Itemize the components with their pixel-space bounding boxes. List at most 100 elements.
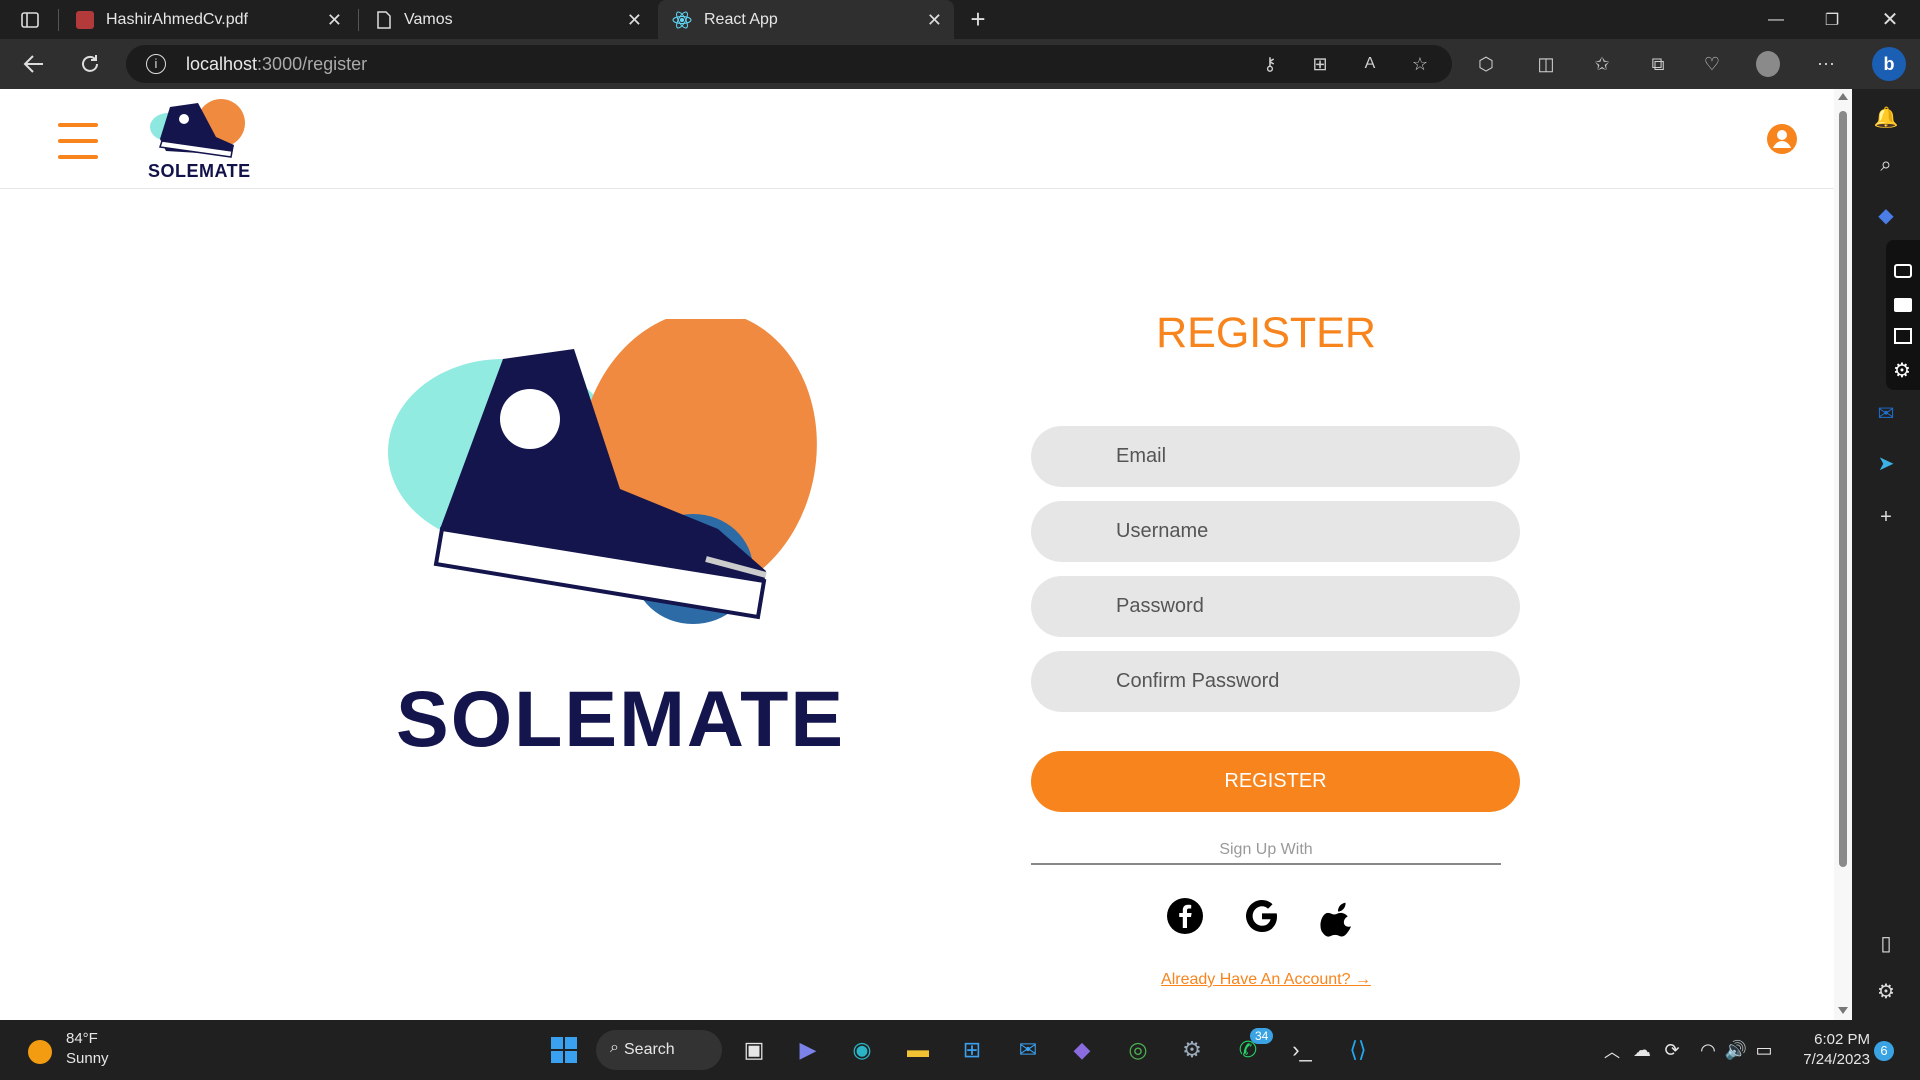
url-host: localhost — [186, 53, 258, 74]
camera-icon[interactable] — [1894, 264, 1912, 278]
tab-label: Vamos — [404, 10, 453, 28]
clock-time: 6:02 PM — [1814, 1031, 1870, 1048]
page-scrollbar[interactable] — [1834, 89, 1852, 1020]
windows-taskbar: 84°F Sunny ⌕ Search ▣ ▶ ◉ ▬ ⊞ ✉ ◆ ◎ ⚙ ✆ … — [0, 1020, 1920, 1080]
chrome-icon[interactable]: ◎ — [1120, 1032, 1156, 1068]
reload-icon — [82, 55, 98, 72]
divider — [1031, 863, 1501, 865]
mail-icon[interactable]: ✉ — [1010, 1032, 1046, 1068]
scroll-thumb[interactable] — [1839, 111, 1847, 867]
clock[interactable]: 6:02 PM 7/24/2023 — [1784, 1030, 1870, 1070]
extensions-icon[interactable]: ⬡ — [1474, 52, 1498, 76]
app-available-icon[interactable]: ⊞ — [1308, 52, 1332, 76]
username-field[interactable]: Username — [1031, 501, 1520, 562]
hero-wordmark: SOLEMATE — [396, 674, 846, 763]
scroll-up-arrow-icon[interactable] — [1838, 93, 1848, 100]
tab-label: React App — [704, 10, 778, 28]
browser-essentials-icon[interactable]: ♡ — [1700, 52, 1724, 76]
favorites-icon[interactable]: ✩ — [1590, 52, 1614, 76]
back-arrow-icon — [23, 55, 43, 73]
task-view-icon[interactable]: ▣ — [736, 1032, 772, 1068]
close-tab-icon[interactable]: ✕ — [627, 10, 642, 31]
teams-icon[interactable]: ▶ — [790, 1032, 826, 1068]
settings-gear-icon[interactable]: ⚙ — [1872, 977, 1900, 1005]
google-icon[interactable] — [1243, 897, 1281, 937]
add-icon[interactable]: + — [1872, 503, 1900, 531]
react-icon — [672, 11, 692, 28]
profile-avatar-icon[interactable] — [1756, 51, 1780, 77]
weather-temp: 84°F — [66, 1030, 98, 1047]
read-aloud-icon[interactable]: A — [1358, 52, 1382, 76]
sync-icon[interactable]: ⟳ — [1654, 1032, 1690, 1068]
restore-button[interactable]: ❐ — [1804, 0, 1860, 39]
confirm-password-field[interactable]: Confirm Password — [1031, 651, 1520, 712]
sneaker-logo-icon — [150, 99, 245, 158]
drop-icon[interactable]: ➤ — [1872, 449, 1900, 477]
vscode-icon[interactable]: ⟨⟩ — [1340, 1032, 1376, 1068]
reload-button[interactable] — [68, 39, 112, 89]
search-icon: ⌕ — [610, 1039, 619, 1056]
terminal-icon[interactable]: ›_ — [1284, 1032, 1320, 1068]
site-logo[interactable]: SOLEMATE — [146, 97, 258, 189]
new-tab-button[interactable]: + — [952, 0, 1004, 39]
user-account-icon[interactable] — [1766, 123, 1798, 155]
pdf-icon — [76, 10, 94, 29]
page-icon — [377, 10, 391, 29]
more-menu-icon[interactable]: ⋯ — [1814, 52, 1838, 76]
key-icon[interactable]: ⚷ — [1258, 52, 1282, 76]
edge-sidebar: 🔔 ⌕ ◆ ✉ ➤ + ▯ ⚙ — [1852, 89, 1920, 1020]
search-icon[interactable]: ⌕ — [1872, 151, 1900, 179]
close-window-button[interactable]: ✕ — [1862, 0, 1918, 39]
register-button[interactable]: REGISTER — [1031, 751, 1520, 812]
copilot-app-icon[interactable]: ◆ — [1064, 1032, 1100, 1068]
address-bar[interactable]: i localhost:3000/register — [126, 45, 1452, 83]
notification-badge[interactable]: 6 — [1874, 1041, 1894, 1061]
taskbar-search[interactable]: ⌕ Search — [596, 1030, 722, 1070]
settings-icon[interactable]: ⚙ — [1893, 358, 1911, 383]
close-tab-icon[interactable]: ✕ — [327, 10, 342, 31]
tab-actions-icon[interactable] — [18, 8, 42, 32]
site-info-icon[interactable]: i — [146, 54, 166, 74]
video-icon[interactable] — [1894, 298, 1912, 312]
steam-icon[interactable]: ⚙ — [1174, 1032, 1210, 1068]
edge-icon[interactable]: ◉ — [844, 1032, 880, 1068]
collections-icon[interactable]: ⧉ — [1646, 52, 1670, 76]
tab-label: HashirAhmedCv.pdf — [106, 10, 248, 28]
tab-vamos[interactable]: Vamos ✕ — [362, 0, 654, 39]
hamburger-menu-icon[interactable] — [58, 123, 98, 159]
shopping-tag-icon[interactable]: ◆ — [1872, 201, 1900, 229]
logo-wordmark: SOLEMATE — [148, 161, 251, 181]
windows-start-icon[interactable] — [546, 1032, 582, 1068]
split-screen-icon[interactable]: ◫ — [1534, 52, 1558, 76]
outlook-icon[interactable]: ✉ — [1872, 399, 1900, 427]
tab-react-app[interactable]: React App ✕ — [658, 0, 954, 39]
password-field[interactable]: Password — [1031, 576, 1520, 637]
browser-toolbar: i localhost:3000/register ⚷ ⊞ A ☆ ⬡ ◫ ✩ … — [0, 39, 1920, 89]
weather-widget[interactable]: 84°F Sunny — [26, 1028, 146, 1072]
weather-condition: Sunny — [66, 1050, 109, 1067]
apple-icon[interactable] — [1320, 897, 1358, 937]
sidebar-toggle-icon[interactable]: ▯ — [1872, 929, 1900, 957]
close-tab-icon[interactable]: ✕ — [927, 10, 942, 31]
minimize-button[interactable]: — — [1748, 0, 1804, 39]
sun-icon — [28, 1040, 52, 1064]
clock-date: 7/24/2023 — [1803, 1051, 1870, 1068]
register-title: REGISTER — [1156, 309, 1376, 357]
back-button[interactable] — [12, 39, 56, 89]
store-icon[interactable]: ⊞ — [954, 1032, 990, 1068]
copilot-icon[interactable]: b — [1872, 47, 1906, 81]
tab-hashir-cv[interactable]: HashirAhmedCv.pdf ✕ — [62, 0, 354, 39]
whatsapp-badge: 34 — [1250, 1028, 1274, 1044]
facebook-icon[interactable] — [1166, 897, 1204, 937]
already-have-account-link[interactable]: Already Have An Account? → — [1031, 971, 1501, 989]
bell-icon[interactable]: 🔔 — [1872, 103, 1900, 131]
email-field[interactable]: Email — [1031, 426, 1520, 487]
window-icon[interactable] — [1894, 328, 1912, 344]
whatsapp-icon[interactable]: ✆ 34 — [1230, 1028, 1274, 1068]
file-explorer-icon[interactable]: ▬ — [900, 1032, 936, 1068]
favorite-star-icon[interactable]: ☆ — [1408, 52, 1432, 76]
capture-toolbar: ⚙ — [1886, 240, 1920, 390]
battery-icon[interactable]: ▭ — [1746, 1032, 1782, 1068]
site-header: SOLEMATE — [0, 89, 1834, 189]
scroll-down-arrow-icon[interactable] — [1838, 1007, 1848, 1014]
